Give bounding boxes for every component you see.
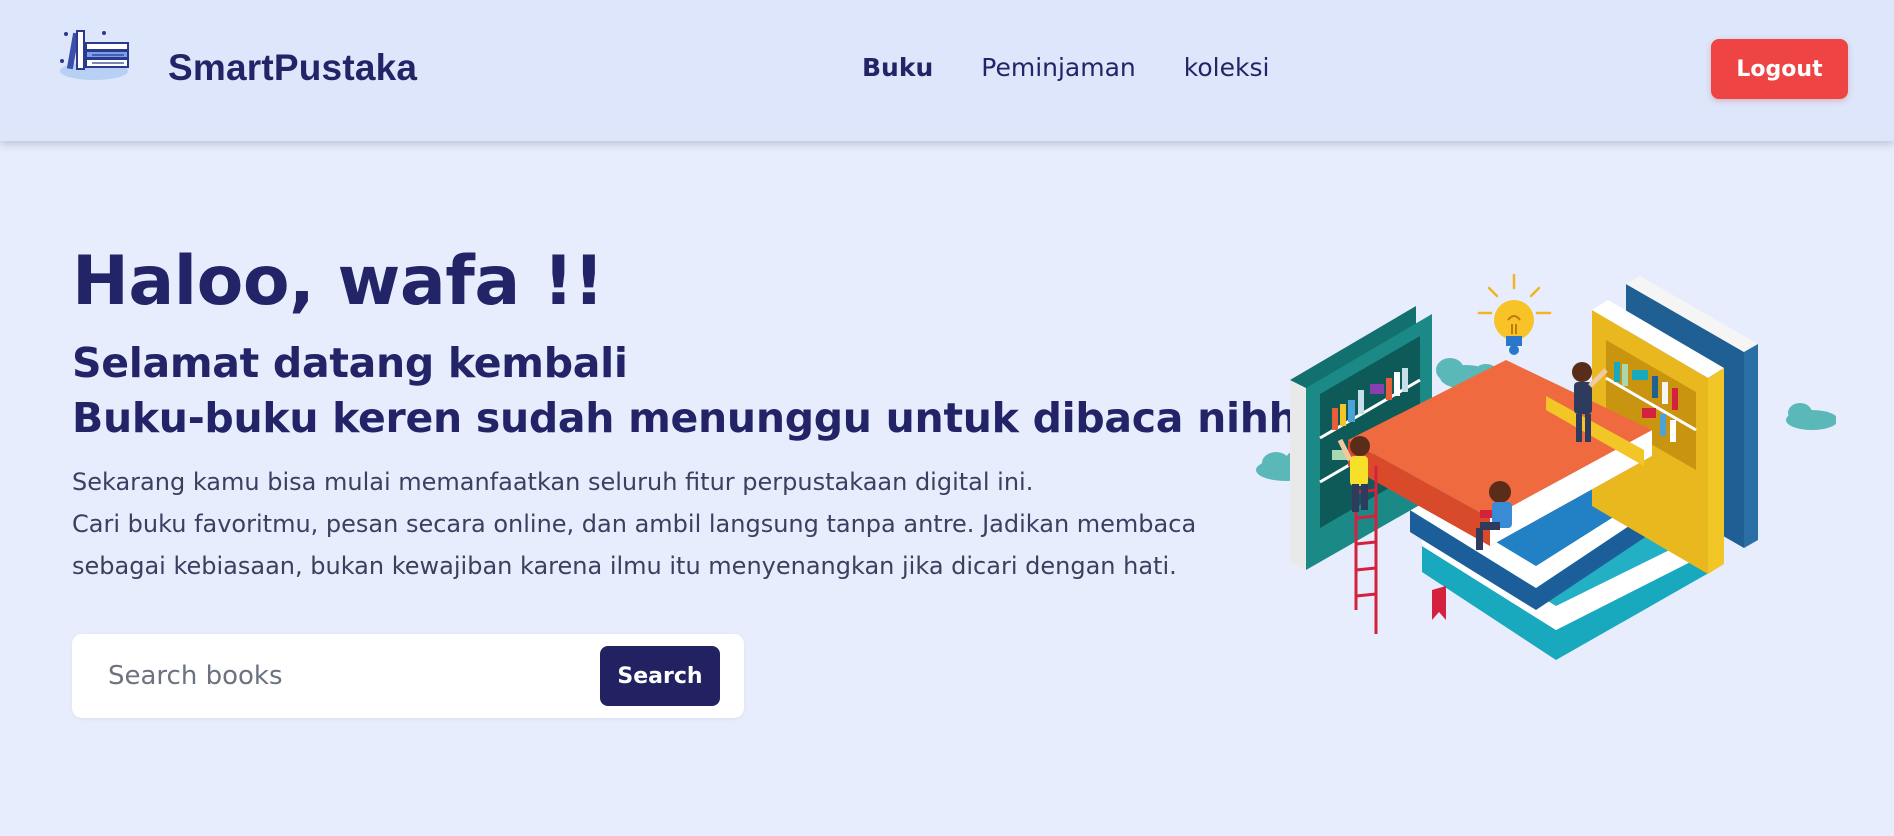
navbar: SmartPustaka Buku Peminjaman koleksi Log… [0, 0, 1894, 141]
search-bar: Search [72, 634, 744, 718]
search-input[interactable] [72, 634, 582, 718]
welcome-line-2: Buku-buku keren sudah menunggu untuk dib… [72, 394, 1298, 442]
welcome-heading: Selamat datang kembali Buku-buku keren s… [72, 336, 1298, 446]
brand-name[interactable]: SmartPustaka [168, 47, 417, 89]
welcome-line-1: Selamat datang kembali [72, 339, 628, 387]
main-nav: Buku Peminjaman koleksi [862, 53, 1317, 82]
description-line-2: Cari buku favoritmu, pesan secara online… [72, 510, 1197, 580]
nav-link-buku[interactable]: Buku [862, 53, 933, 82]
nav-link-koleksi[interactable]: koleksi [1184, 53, 1270, 82]
library-books-illustration [1236, 270, 1838, 720]
lightbulb-icon [1477, 273, 1552, 355]
hero-description: Sekarang kamu bisa mulai memanfaatkan se… [72, 461, 1202, 587]
logout-button[interactable]: Logout [1711, 39, 1848, 99]
search-button[interactable]: Search [600, 646, 720, 706]
greeting-heading: Haloo, wafa !! [72, 242, 604, 321]
description-line-1: Sekarang kamu bisa mulai memanfaatkan se… [72, 468, 1034, 496]
nav-link-peminjaman[interactable]: Peminjaman [981, 53, 1136, 82]
books-stack-icon[interactable] [56, 26, 138, 82]
